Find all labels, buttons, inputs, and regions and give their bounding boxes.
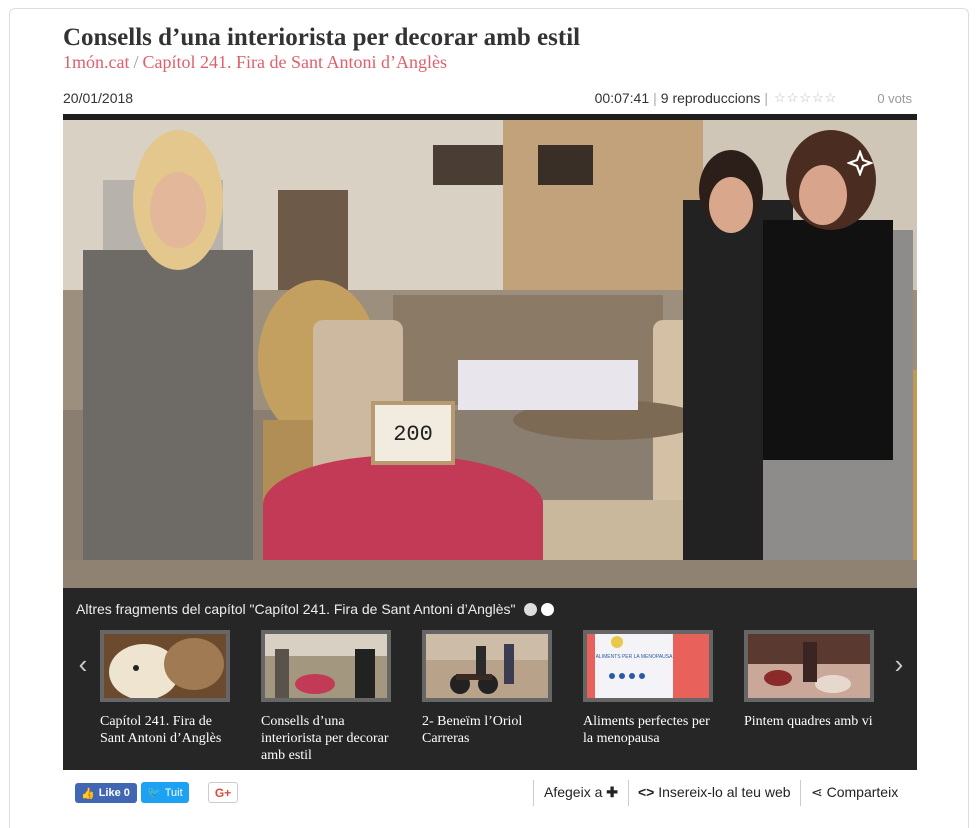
share-bar: 👍 Like 0 🐦 Tuit G+ Afegeix a ✚ <> Insereix…	[0, 776, 978, 812]
thumbnail[interactable]	[744, 630, 874, 702]
embed-label: Insereix-lo al teu web	[658, 784, 791, 800]
twitter-tweet-label: Tuit	[164, 786, 183, 799]
related-item[interactable]: ALIMENTS PER LA MENOPAUSA Aliments perfe…	[583, 630, 743, 747]
breadcrumb-separator: /	[133, 52, 139, 72]
channel-link[interactable]: 1món.cat	[63, 52, 129, 72]
video-frame[interactable]: 200	[63, 120, 917, 588]
carousel-prev-icon[interactable]: ‹	[73, 649, 93, 679]
thumbnail-image	[265, 634, 387, 698]
related-item[interactable]: Capítol 241. Fira de Sant Antoni d’Anglè…	[100, 630, 260, 747]
related-item-caption[interactable]: Capítol 241. Fira de Sant Antoni d’Anglè…	[100, 713, 240, 747]
thumbnail[interactable]	[100, 630, 230, 702]
related-item[interactable]: Pintem quadres amb vi	[744, 630, 904, 730]
add-to-button[interactable]: Afegeix a ✚	[544, 784, 618, 801]
thumbnail-image	[426, 634, 548, 698]
rating-stars[interactable]: ☆☆☆☆☆	[774, 90, 837, 106]
thumbnail[interactable]	[261, 630, 391, 702]
publish-date: 20/01/2018	[63, 90, 134, 106]
thumbnail-text: ALIMENTS PER LA MENOPAUSA	[596, 654, 674, 660]
share-icon: ⋖	[811, 784, 823, 800]
related-heading-text: Altres fragments del capítol "Capítol 24…	[76, 601, 516, 617]
video-still: 200	[63, 120, 917, 588]
episode-link[interactable]: Capítol 241. Fira de Sant Antoni d’Anglè…	[143, 52, 447, 72]
chevron-up-icon[interactable]	[540, 603, 554, 616]
thumbnail-image	[104, 634, 226, 698]
duration: 00:07:41	[594, 90, 650, 106]
divider	[800, 780, 801, 806]
thumbnail-image: ALIMENTS PER LA MENOPAUSA	[587, 634, 709, 698]
code-icon: <>	[638, 784, 655, 800]
breadcrumb: 1món.cat / Capítol 241. Fira de Sant Anton…	[63, 52, 447, 73]
related-item[interactable]: 2- Beneïm l’Oriol Carreras	[422, 630, 582, 747]
divider	[628, 780, 629, 806]
thumbnail-image	[748, 634, 870, 698]
close-icon[interactable]	[847, 150, 873, 176]
video-player[interactable]: 200 Altres fragments del capítol "Capíto…	[63, 114, 917, 770]
chevron-down-icon[interactable]	[523, 603, 537, 616]
add-to-label: Afegeix a	[544, 784, 603, 800]
related-heading: Altres fragments del capítol "Capítol 24…	[76, 601, 554, 617]
share-label: Comparteix	[826, 784, 899, 800]
related-item-caption[interactable]: Consells d’una interiorista per decorar …	[261, 713, 401, 764]
plus-icon: ✚	[606, 784, 618, 800]
related-item[interactable]: Consells d’una interiorista per decorar …	[261, 630, 421, 764]
embed-button[interactable]: <> Insereix-lo al teu web	[638, 784, 791, 800]
thumbnail[interactable]	[422, 630, 552, 702]
sign-text: 200	[393, 422, 433, 447]
video-meta: 00:07:41 | 9 reproduccions | ☆☆☆☆☆ 0 vot…	[594, 90, 912, 106]
google-plus-button[interactable]: G+	[208, 782, 238, 803]
facebook-like-button[interactable]: 👍 Like 0	[75, 783, 137, 803]
facebook-like-label: Like 0	[98, 787, 130, 799]
vote-count: 0 vots	[877, 90, 912, 106]
divider	[533, 780, 534, 806]
related-item-caption[interactable]: Aliments perfectes per la menopausa	[583, 713, 723, 747]
related-item-caption[interactable]: Pintem quadres amb vi	[744, 713, 884, 730]
twitter-bird-icon: 🐦	[147, 787, 161, 799]
related-strip: Altres fragments del capítol "Capítol 24…	[63, 588, 917, 770]
thumbnail[interactable]: ALIMENTS PER LA MENOPAUSA	[583, 630, 713, 702]
page-title: Consells d’una interiorista per decorar …	[63, 24, 581, 51]
thumbs-up-icon: 👍	[81, 787, 95, 800]
share-button[interactable]: ⋖ Comparteix	[811, 784, 898, 801]
related-item-caption[interactable]: 2- Beneïm l’Oriol Carreras	[422, 713, 562, 747]
twitter-tweet-button[interactable]: 🐦 Tuit	[141, 782, 189, 803]
play-count: 9 reproduccions	[660, 90, 761, 106]
